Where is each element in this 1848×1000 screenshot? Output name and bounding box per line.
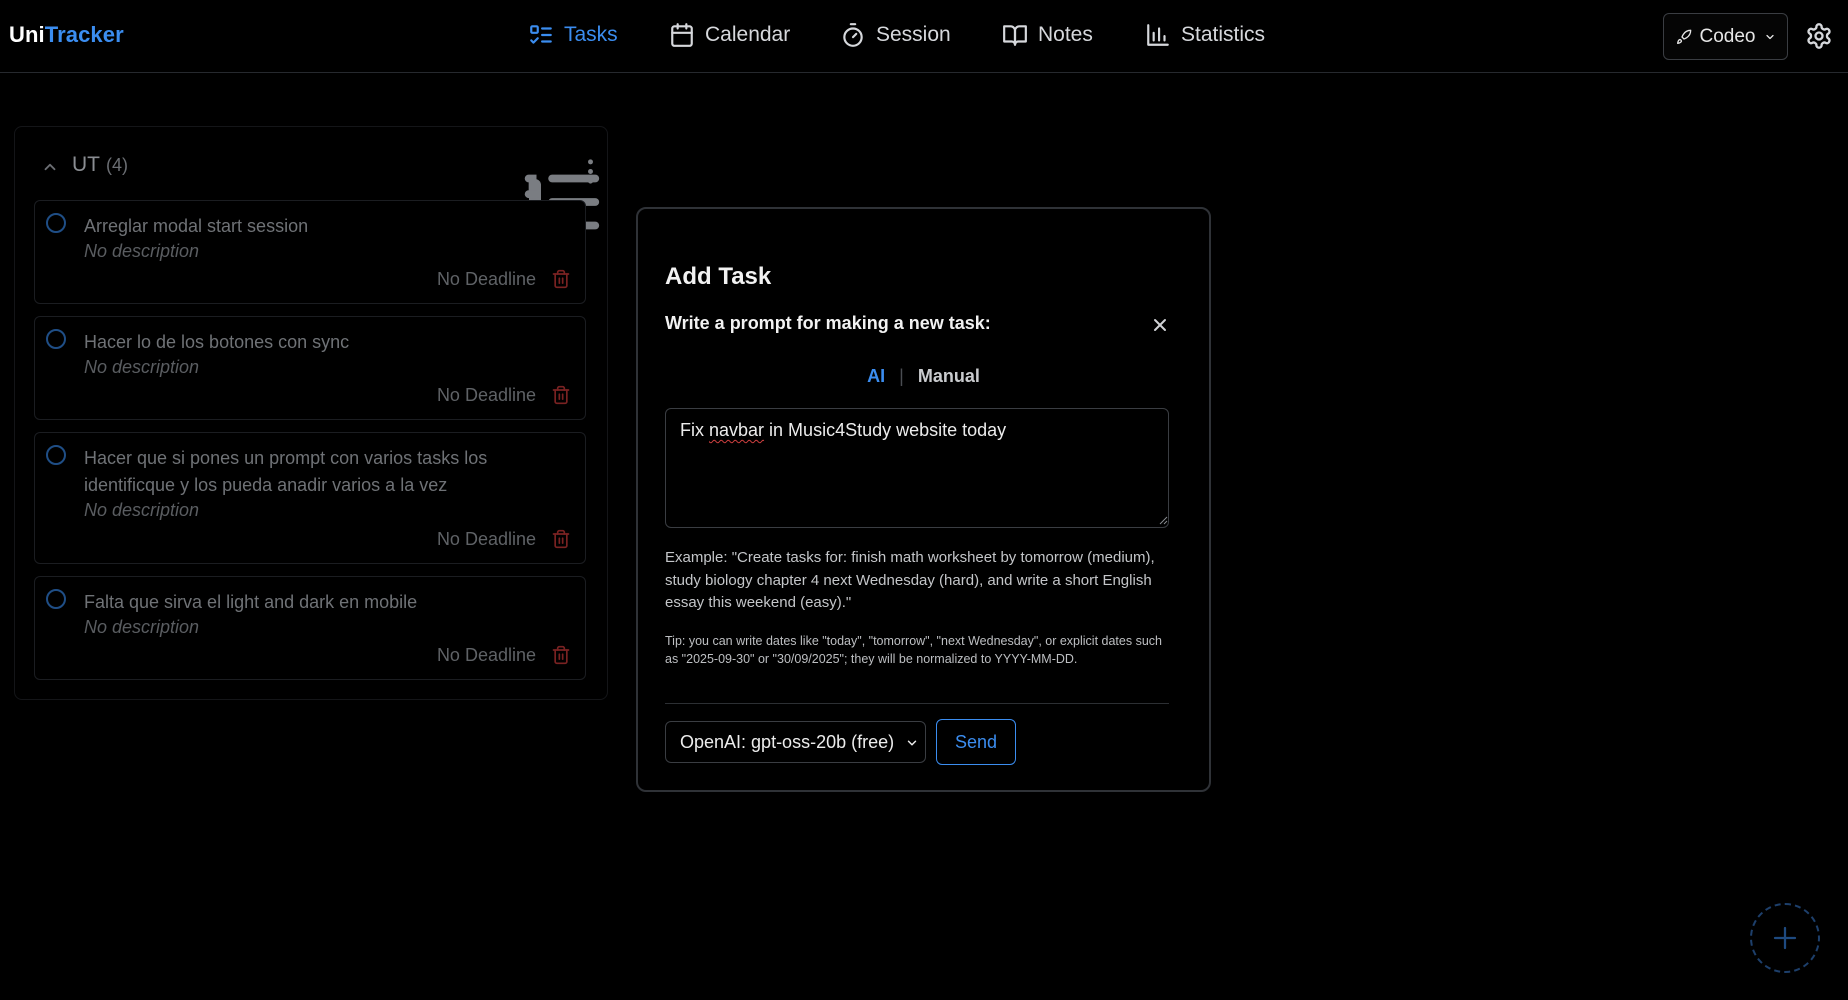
close-icon[interactable] xyxy=(1148,313,1172,337)
rocket-icon xyxy=(1676,29,1691,44)
mode-separator: | xyxy=(899,366,904,386)
gear-icon[interactable] xyxy=(1805,22,1833,50)
chevron-down-icon xyxy=(907,740,917,746)
book-icon xyxy=(1003,25,1027,46)
mode-switch: AI | Manual xyxy=(638,366,1209,387)
nav-notes[interactable]: Notes xyxy=(1002,22,1093,48)
task-complete-checkbox[interactable] xyxy=(46,589,66,609)
chevron-up-icon[interactable] xyxy=(41,158,59,176)
brand-part-tracker: Tracker xyxy=(44,22,124,47)
chevron-down-icon xyxy=(1765,34,1774,39)
nav-session-label: Session xyxy=(876,23,951,46)
prompt-text-misspelled: navbar xyxy=(709,420,765,440)
model-select-value: OpenAI: gpt-oss-20b (free) xyxy=(680,731,895,752)
prompt-text-end: in Music4Study website today xyxy=(764,420,1007,440)
calendar-icon xyxy=(671,23,693,47)
task-complete-checkbox[interactable] xyxy=(46,329,66,349)
task-card[interactable]: Hacer que si pones un prompt con varios … xyxy=(34,432,586,564)
nav-tasks[interactable]: Tasks xyxy=(528,22,618,48)
example-text: Example: "Create tasks for: finish math … xyxy=(665,549,1155,611)
prompt-textarea-value: Fix navbar in Music4Study website today xyxy=(680,420,1006,441)
group-count: (4) xyxy=(106,155,128,175)
nav-tasks-label: Tasks xyxy=(564,23,618,46)
nav-notes-label: Notes xyxy=(1038,23,1093,46)
task-description: No description xyxy=(84,617,200,637)
app-logo[interactable]: UniTracker xyxy=(9,22,124,48)
brand-part-uni: Uni xyxy=(9,22,45,47)
add-fab-button[interactable] xyxy=(1750,903,1820,973)
task-title: Arreglar modal start session xyxy=(84,216,309,236)
task-card[interactable]: Hacer lo de los botones con sync No desc… xyxy=(34,316,586,420)
nav-statistics[interactable]: Statistics xyxy=(1145,22,1265,48)
bar-chart-icon xyxy=(1147,24,1169,46)
task-group-title: UT (4) xyxy=(72,153,128,177)
task-title: Falta que sirva el light and dark en mob… xyxy=(84,592,418,612)
workspace-selector[interactable]: Codeo xyxy=(1663,13,1788,60)
trash-icon[interactable] xyxy=(551,384,571,406)
trash-icon[interactable] xyxy=(551,268,571,290)
task-deadline: No Deadline xyxy=(436,529,536,549)
top-navbar: UniTracker Tasks Calendar Session Notes … xyxy=(0,0,1848,73)
trash-icon[interactable] xyxy=(551,644,571,666)
task-deadline: No Deadline xyxy=(436,645,536,665)
tasks-list-icon xyxy=(530,25,552,44)
nav-calendar[interactable]: Calendar xyxy=(669,22,790,48)
workspace-label: Codeo xyxy=(1699,25,1756,47)
task-description: No description xyxy=(84,241,200,261)
prompt-text-start: Fix xyxy=(680,420,709,440)
task-description: No description xyxy=(84,500,200,520)
send-button[interactable]: Send xyxy=(936,719,1016,765)
add-task-modal: Add Task Write a prompt for making a new… xyxy=(636,207,1211,792)
plus-icon xyxy=(1773,926,1797,950)
task-deadline: No Deadline xyxy=(436,385,536,405)
group-name: UT xyxy=(72,153,100,176)
task-card[interactable]: Falta que sirva el light and dark en mob… xyxy=(34,576,586,680)
modal-title: Add Task xyxy=(665,263,772,290)
modal-divider xyxy=(665,703,1169,704)
nav-calendar-label: Calendar xyxy=(705,23,791,46)
trash-icon[interactable] xyxy=(551,528,571,550)
more-vertical-icon[interactable] xyxy=(574,155,607,188)
task-complete-checkbox[interactable] xyxy=(46,445,66,465)
tip-text: Tip: you can write dates like "today", "… xyxy=(665,634,1162,666)
mode-ai-tab[interactable]: AI xyxy=(867,366,885,387)
task-title: Hacer lo de los botones con sync xyxy=(84,332,350,352)
stopwatch-icon xyxy=(843,23,863,47)
mode-manual-tab[interactable]: Manual xyxy=(918,366,980,387)
nav-session[interactable]: Session xyxy=(840,22,951,48)
task-complete-checkbox[interactable] xyxy=(46,213,66,233)
task-group-header: UT (4) xyxy=(15,127,607,275)
task-card[interactable]: Arreglar modal start session No descript… xyxy=(34,200,586,304)
model-select[interactable]: OpenAI: gpt-oss-20b (free) xyxy=(665,721,926,763)
task-title: Hacer que si pones un prompt con varios … xyxy=(84,448,488,495)
resize-handle-icon[interactable] xyxy=(1158,515,1168,525)
task-description: No description xyxy=(84,357,200,377)
task-deadline: No Deadline xyxy=(436,269,536,289)
task-group-card: UT (4) Arreglar modal start session No de… xyxy=(14,126,608,700)
nav-statistics-label: Statistics xyxy=(1181,23,1266,46)
modal-subtitle: Write a prompt for making a new task: xyxy=(665,313,991,333)
